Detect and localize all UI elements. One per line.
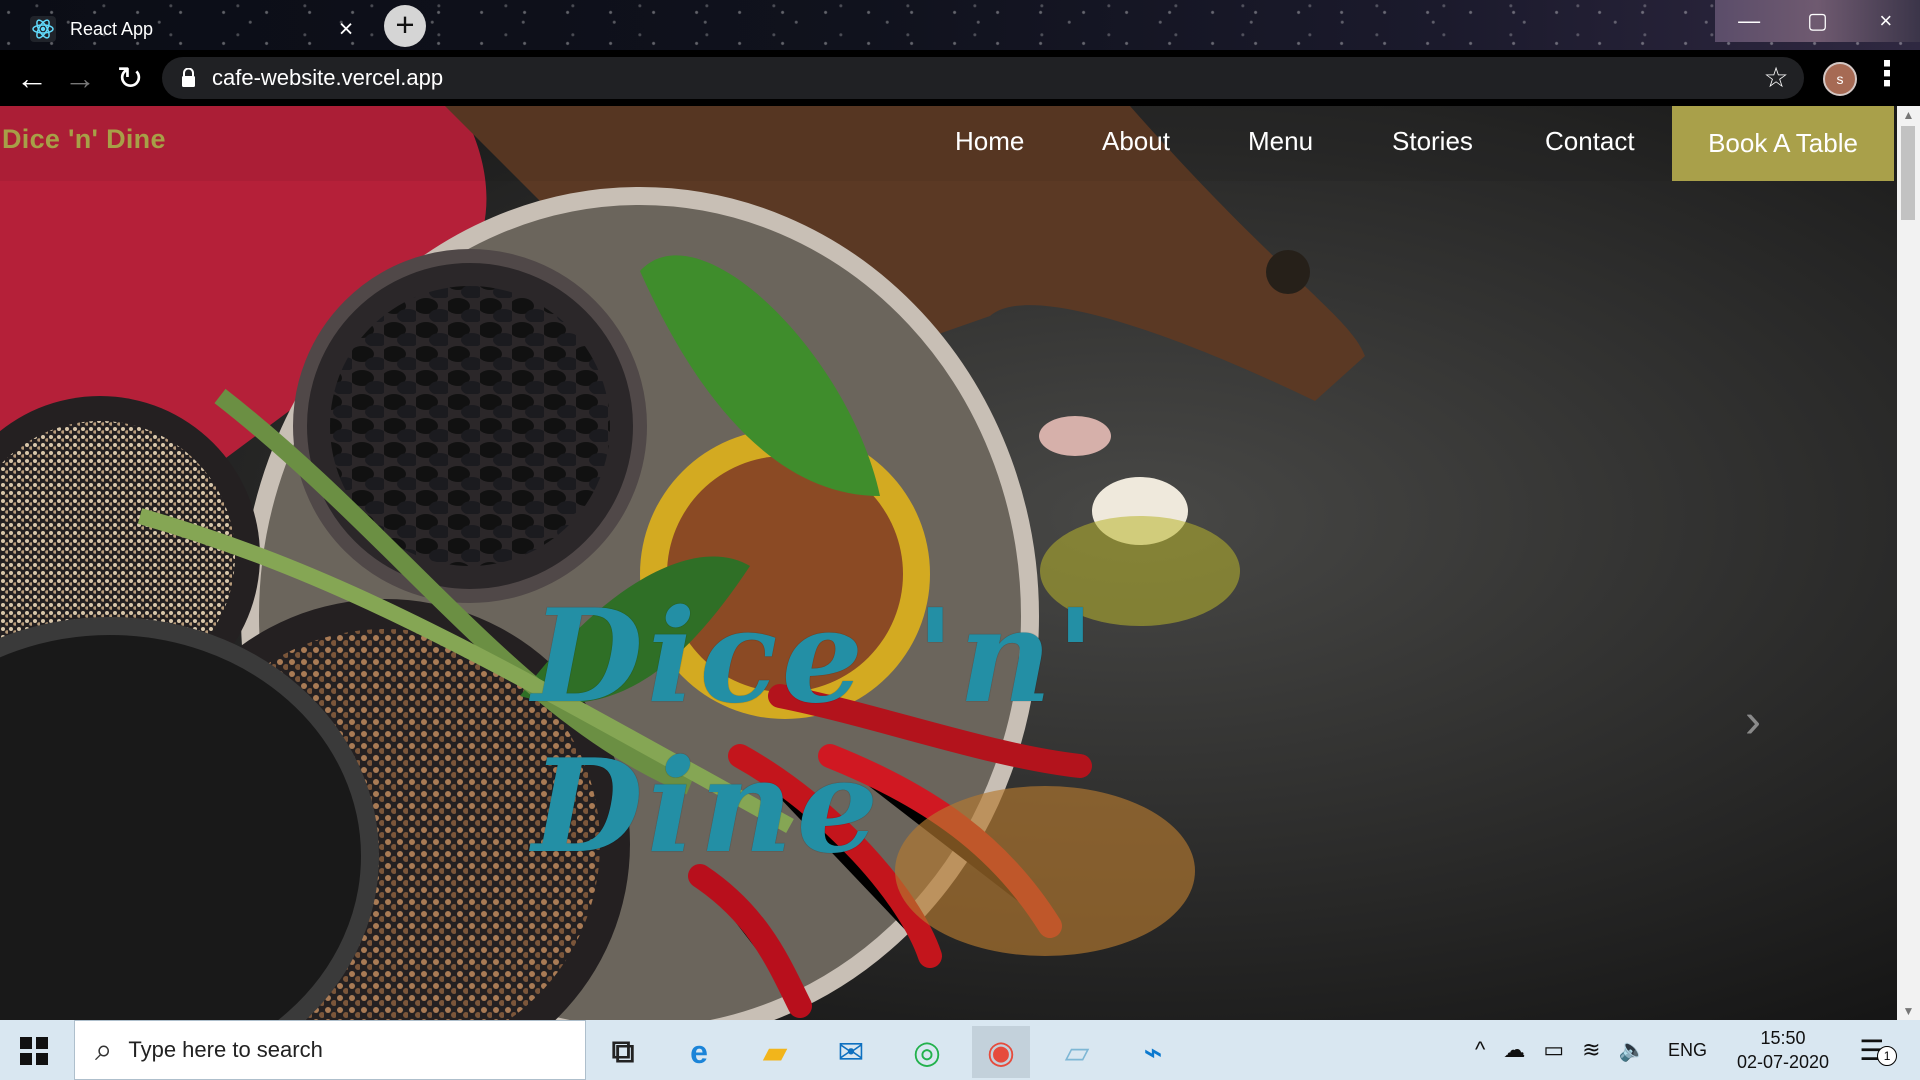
reload-button[interactable]: ↻ [110, 58, 150, 98]
vscode-icon[interactable]: ⌁ [1124, 1026, 1182, 1078]
new-tab-button[interactable]: + [384, 5, 426, 47]
hero-title: Dice 'n' Dine [532, 582, 1099, 882]
task-view-icon[interactable]: ⧉ [594, 1026, 652, 1078]
clock-date: 02-07-2020 [1736, 1052, 1830, 1072]
show-hidden-icons-icon[interactable]: ^ [1475, 1037, 1485, 1063]
url-text[interactable]: cafe-website.vercel.app [212, 65, 443, 91]
mail-icon[interactable]: ✉ [822, 1026, 880, 1078]
onedrive-cloud-icon[interactable]: ☁ [1503, 1037, 1525, 1063]
taskbar-search-placeholder: Type here to search [128, 1037, 323, 1062]
browser-menu-icon[interactable]: ⋮ [1870, 57, 1904, 99]
notification-count-badge: 1 [1877, 1045, 1898, 1066]
browser-tab-title: React App [70, 18, 154, 39]
file-explorer-icon[interactable]: ▰ [746, 1026, 804, 1078]
window-controls: — ▢ × [1715, 0, 1920, 42]
page-scrollbar[interactable]: ▲ ▼ [1897, 106, 1920, 1020]
chrome-icon[interactable]: ◉ [972, 1026, 1030, 1078]
notepad-icon[interactable]: ▱ [1048, 1026, 1106, 1078]
close-window-button[interactable]: × [1852, 0, 1920, 42]
bookmark-star-icon[interactable]: ☆ [1760, 62, 1792, 94]
notification-icon[interactable]: ☰ 1 [1859, 1034, 1898, 1067]
maximize-button[interactable]: ▢ [1783, 0, 1851, 42]
volume-icon[interactable]: 🔈 [1619, 1037, 1646, 1063]
taskbar-search-box[interactable]: ⌕ Type here to search [74, 1020, 586, 1080]
tab-close-icon[interactable]: × [332, 15, 360, 43]
scroll-up-icon[interactable]: ▲ [1897, 106, 1920, 124]
scrollbar-thumb[interactable] [1901, 126, 1915, 220]
address-bar[interactable]: cafe-website.vercel.app ☆ [162, 57, 1804, 99]
site-brand-logo[interactable]: Dice 'n' Dine [2, 124, 166, 155]
clock[interactable]: 15:50 02-07-2020 [1737, 1026, 1829, 1074]
book-table-button[interactable]: Book A Table [1672, 106, 1894, 181]
back-button[interactable]: ← [12, 58, 52, 98]
browser-toolbar: ← → ↻ cafe-website.vercel.app ☆ s ⋮ [0, 50, 1920, 106]
profile-avatar[interactable]: s [1823, 62, 1857, 96]
windows-start-icon[interactable] [20, 1037, 48, 1065]
carousel-next-icon[interactable]: › [1737, 692, 1769, 752]
react-icon [30, 16, 56, 42]
site-navbar: Dice 'n' Dine Home About Menu Stories Co… [0, 106, 1897, 181]
hero-food-background-image [0, 106, 1897, 1020]
nav-home-link[interactable]: Home [955, 126, 1024, 157]
search-icon: ⌕ [95, 1031, 113, 1067]
forward-button[interactable]: → [60, 58, 100, 98]
whatsapp-icon[interactable]: ◎ [898, 1026, 956, 1078]
nav-stories-link[interactable]: Stories [1392, 126, 1473, 157]
nav-menu-link[interactable]: Menu [1248, 126, 1313, 157]
scroll-down-icon[interactable]: ▼ [1897, 1002, 1920, 1020]
wifi-icon[interactable]: ≋ [1582, 1037, 1600, 1063]
nav-contact-link[interactable]: Contact [1545, 126, 1635, 157]
minimize-button[interactable]: — [1715, 0, 1783, 42]
website-viewport: Dice 'n' Dine Home About Menu Stories Co… [0, 106, 1897, 1020]
windows-taskbar: ⌕ Type here to search ⧉ e ▰ ✉ ◎ ◉ ▱ ⌁ ^ … [0, 1020, 1920, 1080]
browser-tab-strip: React App × + — ▢ × [0, 0, 1920, 50]
system-tray: ^ ☁ ▭ ≋ 🔈 ENG 15:50 02-07-2020 ☰ 1 [1475, 1020, 1920, 1080]
language-indicator[interactable]: ENG [1668, 1040, 1707, 1061]
lock-icon [182, 68, 195, 87]
nav-about-link[interactable]: About [1102, 126, 1170, 157]
browser-tab-react-app[interactable]: React App × [18, 8, 360, 50]
clock-time: 15:50 [1760, 1028, 1806, 1048]
battery-icon[interactable]: ▭ [1543, 1037, 1564, 1063]
edge-icon[interactable]: e [670, 1026, 728, 1078]
